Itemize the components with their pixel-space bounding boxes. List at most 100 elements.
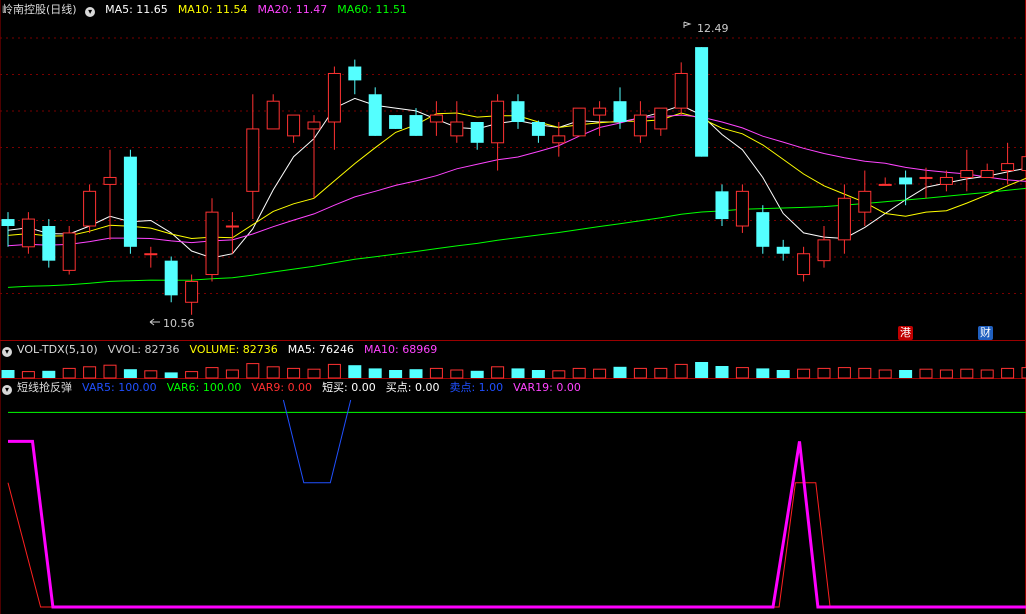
candlesticks (1, 47, 1026, 315)
legend-item: 卖点: 1.00 (449, 381, 504, 394)
candle-body (246, 128, 260, 192)
price-grid (0, 0, 1026, 614)
candle-body (837, 197, 851, 241)
legend-item: VAR9: 0.00 (251, 381, 313, 394)
collapse-icon[interactable]: ▾ (2, 347, 12, 357)
candle-body (205, 211, 219, 276)
candle-body (899, 177, 913, 185)
volume-bar (368, 368, 382, 378)
volume-bar (1001, 367, 1015, 379)
candle-body (1, 219, 15, 226)
volume-bar (572, 367, 586, 379)
volume-bar (552, 370, 566, 379)
volume-bar (450, 369, 464, 379)
volume-bar (633, 367, 647, 379)
signal-lines (7, 399, 1026, 609)
candle-body (1021, 156, 1026, 172)
candle-body (491, 100, 505, 144)
volume-legend-items: VVOL: 82736 VOLUME: 82736 MA5: 76246 MA10: … (103, 343, 443, 356)
volume-bar (960, 368, 974, 379)
legend-item: MA60: 11.51 (337, 3, 407, 16)
candle-body (450, 121, 464, 137)
candle-body (878, 183, 892, 186)
legend-item: MA5: 76246 (287, 343, 355, 356)
volume-legend: ▾ VOL-TDX(5,10) VVOL: 82736 VOLUME: 82736 MA… (2, 343, 442, 357)
candle-body (939, 176, 953, 185)
candle-body (368, 94, 382, 136)
volume-bar (1021, 367, 1026, 379)
volume-bar (83, 366, 97, 379)
volume-bar (21, 371, 35, 379)
signal-legend: ▾ 短线抢反弹 VAR5: 100.00 VAR6: 100.00 VAR9: 0.00… (2, 381, 586, 395)
candle-body (42, 226, 56, 261)
volume-bar (878, 369, 892, 379)
legend-item: MA5: 11.65 (105, 3, 168, 16)
candle-body (511, 101, 525, 122)
candle-body (287, 114, 301, 137)
volume-bar (287, 367, 301, 379)
candle-body (797, 253, 811, 276)
ma-line (7, 112, 1026, 240)
volume-bar (531, 370, 545, 378)
volume-bar (470, 370, 484, 378)
volume-bar (429, 367, 443, 379)
volume-bar (613, 366, 627, 378)
candle-body (756, 212, 770, 247)
candle-body (572, 107, 586, 137)
volume-bar (185, 371, 199, 379)
candle-body (83, 190, 97, 227)
candle-body (429, 114, 443, 123)
volume-bar (327, 363, 341, 379)
collapse-icon[interactable]: ▾ (2, 385, 12, 395)
collapse-icon[interactable]: ▾ (85, 7, 96, 17)
candle-body (960, 170, 974, 178)
low-price-label: 10.56 (163, 317, 195, 330)
candle-body (123, 156, 137, 247)
finance-badge[interactable]: 财 (978, 326, 993, 340)
candle-body (919, 176, 933, 179)
legend-item: VAR19: 0.00 (513, 381, 581, 394)
volume-bar (695, 362, 709, 378)
high-marker: 12.49 (683, 21, 729, 35)
candle-body (776, 246, 790, 254)
ma-legend-items: MA5: 11.65 MA10: 11.54 MA20: 11.47 MA60: 11… (100, 3, 412, 16)
volume-bars (1, 362, 1026, 379)
candle-body (470, 122, 484, 143)
legend-item: MA10: 68969 (364, 343, 438, 356)
volume-bar (756, 368, 770, 378)
ma-line (7, 187, 1026, 288)
signal-line (8, 439, 1026, 609)
hk-badge[interactable]: 港 (898, 326, 913, 340)
volume-bar (205, 367, 219, 379)
legend-item: 买点: 0.00 (385, 381, 440, 394)
candle-body (389, 115, 403, 129)
volume-bar (939, 369, 953, 379)
volume-bar (817, 367, 831, 379)
volume-bar (246, 363, 260, 379)
legend-item: 短买: 0.00 (322, 381, 376, 394)
ma-line (7, 97, 1026, 259)
volume-bar (674, 363, 688, 379)
signal-indicator-name: 短线抢反弹 (17, 381, 72, 394)
volume-bar (837, 367, 851, 379)
candle-body (62, 232, 76, 271)
volume-bar (62, 367, 76, 379)
candle-body (327, 72, 341, 123)
volume-bar (348, 365, 362, 378)
volume-bar (389, 370, 403, 378)
candle-body (409, 115, 423, 136)
candle-body (103, 176, 117, 185)
stock-chart[interactable]: 12.49 10.56 (0, 0, 1026, 614)
volume-bar (735, 367, 749, 379)
legend-item: VOLUME: 82736 (189, 343, 278, 356)
volume-bar (797, 368, 811, 379)
candle-body (980, 170, 994, 178)
volume-bar (858, 367, 872, 379)
candle-body (21, 218, 35, 248)
volume-bar (266, 366, 280, 379)
volume-bar (409, 369, 423, 378)
candle-body (266, 100, 280, 130)
volume-bar (776, 370, 790, 378)
candle-body (1001, 163, 1015, 172)
period-label: (日线) (46, 3, 77, 16)
